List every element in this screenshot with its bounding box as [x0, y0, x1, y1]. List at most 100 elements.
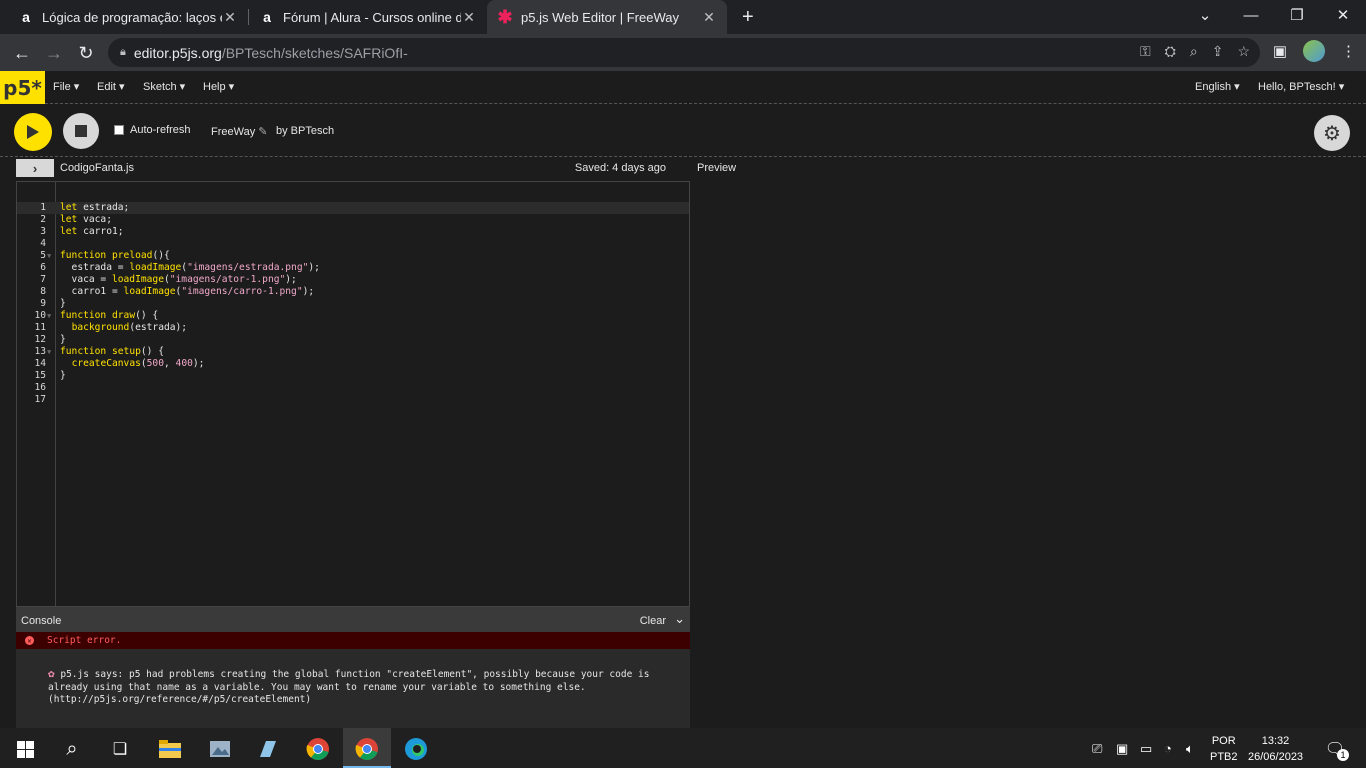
code-line[interactable]: 4 [17, 238, 689, 250]
code-lines[interactable]: 1 let estrada; 2 let vaca; 3 let carro1; 4 5 ▼ fu… [17, 202, 689, 406]
code-line[interactable]: 3 let carro1; [17, 226, 689, 238]
omnibox-actions: ⚿ ⛭ ⌕ ⇪ ☆ [1140, 43, 1250, 60]
code-line[interactable]: 6 estrada = loadImage("imagens/estrada.p… [17, 262, 689, 274]
display-icon[interactable]: ▣ [1116, 741, 1128, 757]
avatar[interactable] [1303, 40, 1325, 62]
console-message-text: p5.js says: p5 had problems creating the… [48, 669, 650, 705]
code-line[interactable]: 10 ▼ function draw() { [17, 310, 689, 322]
windows-start-icon[interactable] [12, 736, 38, 762]
edge-icon[interactable] [403, 736, 429, 762]
code-line[interactable]: 9} [17, 298, 689, 310]
menu-file[interactable]: File ▾ [53, 80, 79, 93]
expand-sidebar-button[interactable]: › [16, 159, 54, 177]
chevron-down-icon[interactable]: ⌄ [674, 611, 685, 627]
notifications-icon[interactable]: 🗨︎ 1 [1322, 736, 1349, 762]
menu-help[interactable]: Help ▾ [203, 80, 234, 93]
code-text: } [60, 334, 66, 345]
fold-arrow-icon[interactable]: ▼ [47, 310, 51, 322]
author-byline[interactable]: by BPTesch [276, 125, 334, 137]
console-clear-button[interactable]: Clear [640, 615, 666, 627]
logo-text: p5* [3, 75, 42, 100]
search-icon[interactable]: ⌕ [59, 736, 85, 762]
lang-bottom: PTB2 [1210, 751, 1238, 763]
settings-gear-icon[interactable]: ⚙ [1314, 115, 1350, 151]
sketch-name[interactable]: FreeWay ✎ [211, 125, 268, 138]
tab-logica[interactable]: a Lógica de programação: laços e l ✕ [8, 0, 248, 34]
file-explorer-icon[interactable] [157, 736, 183, 762]
photos-app-icon[interactable] [207, 736, 233, 762]
code-text: carro1 = loadImage("imagens/carro-1.png"… [60, 286, 315, 297]
fold-arrow-icon[interactable]: ▼ [47, 346, 51, 358]
pencil-icon[interactable]: ✎ [258, 126, 267, 138]
code-line[interactable]: 16 [17, 382, 689, 394]
autorefresh-toggle[interactable]: Auto-refresh [114, 124, 191, 136]
menu-edit[interactable]: Edit ▾ [97, 80, 125, 93]
console-header: Console Clear ⌄ [16, 607, 690, 632]
translate-icon[interactable]: ⛭ [1165, 43, 1176, 60]
user-menu[interactable]: Hello, BPTesch! ▾ [1258, 80, 1344, 93]
alura-icon: a [263, 9, 271, 25]
volume-icon[interactable]: 🔈︎ [1186, 741, 1194, 757]
language-select[interactable]: English ▾ [1195, 80, 1240, 93]
line-number: 6 [40, 262, 46, 273]
line-number: 17 [34, 394, 46, 405]
stop-button[interactable] [63, 113, 99, 149]
close-icon[interactable]: ✕ [701, 9, 717, 26]
line-number: 11 [34, 322, 46, 333]
close-window-button[interactable]: ✕ [1320, 0, 1366, 30]
wifi-icon[interactable]: ◔ [1164, 741, 1172, 756]
tab-search-icon[interactable]: ⌄ [1182, 0, 1228, 30]
language-indicator[interactable]: POR PTB2 [1210, 733, 1238, 765]
code-line[interactable]: 5 ▼ function preload(){ [17, 250, 689, 262]
code-editor[interactable]: 1 let estrada; 2 let vaca; 3 let carro1; 4 5 ▼ fu… [16, 181, 690, 607]
p5-nav-bar: p5* File ▾ Edit ▾ Sketch ▾ Help ▾ Englis… [0, 71, 1366, 104]
code-line[interactable]: 13 ▼ function setup() { [17, 346, 689, 358]
menu-sketch[interactable]: Sketch ▾ [143, 80, 185, 93]
code-line[interactable]: 15} [17, 370, 689, 382]
url-input[interactable]: 🔒︎ editor.p5js.org/BPTesch/sketches/SAFR… [108, 38, 1260, 67]
close-icon[interactable]: ✕ [222, 9, 238, 26]
code-line[interactable]: 11 background(estrada); [17, 322, 689, 334]
play-button[interactable] [14, 113, 52, 151]
battery-icon[interactable]: ▭ [1140, 741, 1152, 757]
code-line[interactable]: 1 let estrada; [17, 202, 689, 214]
key-icon[interactable]: ⚿ [1140, 43, 1151, 60]
code-text: function preload(){ [60, 250, 170, 261]
code-line[interactable]: 12} [17, 334, 689, 346]
tab-forum[interactable]: a Fórum | Alura - Cursos online de ✕ [249, 0, 487, 34]
error-text: Script error. [47, 635, 122, 646]
forward-icon[interactable]: → [40, 39, 68, 67]
back-icon[interactable]: ← [8, 39, 36, 67]
clock-date: 26/06/2023 [1248, 751, 1304, 763]
task-view-icon[interactable]: ❏ [107, 736, 133, 762]
menu-kebab-icon[interactable]: ⋮ [1341, 42, 1356, 60]
reload-icon[interactable]: ↻ [72, 39, 100, 67]
code-line[interactable]: 17 [17, 394, 689, 406]
notepad-app-icon[interactable] [255, 736, 281, 762]
side-panel-icon[interactable]: ▣ [1273, 42, 1287, 60]
autorefresh-checkbox[interactable] [114, 125, 124, 135]
p5-logo[interactable]: p5* [0, 71, 45, 104]
chrome-icon[interactable] [305, 736, 331, 762]
code-line[interactable]: 8 carro1 = loadImage("imagens/carro-1.pn… [17, 286, 689, 298]
minimize-button[interactable]: — [1228, 0, 1274, 30]
tab-p5-editor[interactable]: ✱ p5.js Web Editor | FreeWay ✕ [487, 0, 727, 34]
line-number: 4 [40, 238, 46, 249]
close-icon[interactable]: ✕ [461, 9, 477, 26]
file-bar: › CodigoFanta.js Saved: 4 days ago [16, 157, 690, 181]
new-tab-button[interactable]: + [732, 0, 764, 34]
share-icon[interactable]: ⇪ [1212, 43, 1224, 60]
fold-arrow-icon[interactable]: ▼ [47, 250, 51, 262]
restore-button[interactable]: ❐ [1274, 0, 1320, 30]
bookmark-star-icon[interactable]: ☆ [1237, 43, 1250, 60]
alura-icon: a [22, 9, 30, 25]
code-line[interactable]: 2 let vaca; [17, 214, 689, 226]
system-clock[interactable]: 13:32 26/06/2023 [1248, 733, 1303, 765]
zoom-icon[interactable]: ⌕ [1190, 43, 1198, 60]
line-number: 16 [34, 382, 46, 393]
code-text: function setup() { [60, 346, 164, 357]
code-line[interactable]: 14 createCanvas(500, 400); [17, 358, 689, 370]
code-line[interactable]: 7 vaca = loadImage("imagens/ator-1.png")… [17, 274, 689, 286]
chrome-icon[interactable] [354, 736, 380, 762]
meet-now-icon[interactable]: ⎚ [1092, 741, 1102, 757]
